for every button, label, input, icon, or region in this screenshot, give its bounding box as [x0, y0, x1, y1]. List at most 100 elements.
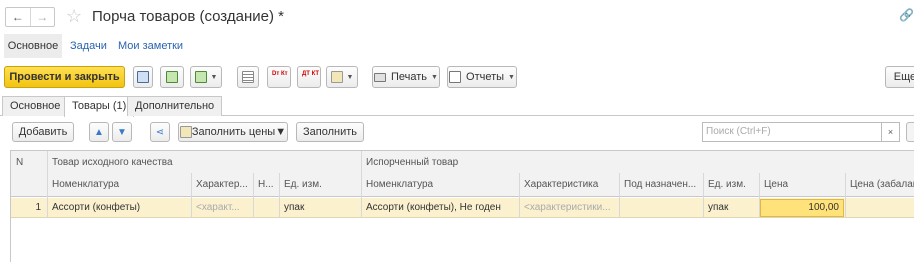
fill-label: Заполнить	[302, 126, 357, 138]
table-toolbar: Добавить ▲ ▼ ⋖ Заполнить цены ▼ Заполнить…	[0, 122, 914, 144]
col-n-header[interactable]: N	[11, 151, 47, 173]
cell-spoiled-char[interactable]: <характеристики...	[519, 198, 619, 217]
goods-table: N Товар исходного качества Испорченный т…	[10, 150, 914, 262]
column-divider	[47, 151, 48, 218]
dt-kt-button[interactable]: Dт Кт	[267, 66, 291, 88]
column-divider	[279, 173, 280, 218]
page-title: Порча товаров (создание) *	[92, 8, 284, 25]
create-based-icon	[194, 71, 207, 83]
dt-kt-report-icon: ДТ КТ	[302, 71, 320, 77]
title-bar: ← → ☆ Порча товаров (создание) * 🔗	[0, 0, 914, 34]
col-price-header[interactable]: Цена	[759, 173, 845, 196]
search-options-button[interactable]	[906, 122, 914, 142]
column-header-row: Номенклатура Характер... Н... Ед. изм. Н…	[11, 173, 914, 197]
split-icon: ⋖	[155, 126, 165, 138]
save-button[interactable]	[133, 66, 153, 88]
split-line-button[interactable]: ⋖	[150, 122, 170, 142]
add-button[interactable]: Добавить	[12, 122, 74, 142]
section-notes[interactable]: Мои заметки	[118, 34, 183, 58]
column-divider	[361, 151, 362, 218]
section-bar: Основное Задачи Мои заметки	[0, 34, 914, 58]
chevron-down-icon: ▼	[346, 73, 354, 81]
arrow-up-icon: ▲	[94, 126, 104, 138]
list-icon	[242, 71, 254, 83]
reports-button[interactable]: Отчеты ▼	[447, 66, 517, 88]
col-item-header[interactable]: Номенклатура	[47, 173, 191, 196]
col-char-header[interactable]: Характер...	[191, 173, 253, 196]
chevron-down-icon: ▼	[431, 73, 438, 81]
column-divider	[191, 173, 192, 218]
post-and-close-button[interactable]: Провести и закрыть	[4, 66, 125, 88]
column-divider	[619, 173, 620, 218]
cell-offbalance-price[interactable]	[845, 198, 914, 217]
table-row[interactable]: 1 Ассорти (конфеты) <характ... упак Ассо…	[11, 198, 914, 218]
back-button[interactable]: ←	[6, 8, 30, 26]
group-spoiled-header: Испорченный товар	[366, 156, 459, 168]
col-offbalance-price-header[interactable]: Цена (забалан...	[845, 173, 914, 196]
row-number: 1	[35, 202, 41, 213]
save-icon	[137, 71, 149, 83]
report-icon	[449, 71, 462, 83]
price-icon	[179, 126, 192, 138]
fill-prices-button[interactable]: Заполнить цены ▼	[178, 122, 288, 142]
move-up-button[interactable]: ▲	[89, 122, 109, 142]
more-button[interactable]: Еще	[885, 66, 914, 88]
arrow-right-icon: →	[36, 10, 49, 24]
chevron-down-icon: ▼	[210, 73, 218, 81]
cell-spoiled-item[interactable]: Ассорти (конфеты), Не годен	[361, 198, 519, 217]
arrow-left-icon: ←	[11, 10, 24, 24]
forward-button[interactable]: →	[29, 8, 55, 26]
cell-spoiled-unit[interactable]: упак	[703, 198, 759, 217]
column-divider	[759, 173, 760, 218]
col-unit-header[interactable]: Ед. изм.	[279, 173, 361, 196]
reports-label: Отчеты	[466, 71, 505, 83]
fill-button[interactable]: Заполнить	[296, 122, 364, 142]
chevron-down-icon: ▼	[275, 126, 287, 138]
section-tasks[interactable]: Задачи	[70, 34, 107, 58]
cell-purpose[interactable]	[619, 198, 703, 217]
col-spoiled-char-header[interactable]: Характеристика	[519, 173, 619, 196]
group-header-row: N Товар исходного качества Испорченный т…	[11, 151, 914, 173]
column-divider	[519, 173, 520, 218]
dt-kt-icon: Dт Кт	[272, 71, 288, 77]
move-down-button[interactable]: ▼	[112, 122, 132, 142]
dt-kt-report-button[interactable]: ДТ КТ	[297, 66, 321, 88]
printer-icon	[374, 72, 386, 82]
post-and-close-label: Провести и закрыть	[9, 71, 120, 83]
post-button[interactable]	[160, 66, 184, 88]
section-main[interactable]: Основное	[4, 34, 62, 58]
tab-goods[interactable]: Товары (1)	[64, 96, 135, 117]
tab-additional[interactable]: Дополнительно	[127, 96, 223, 116]
col-spoiled-unit-header[interactable]: Ед. изм.	[703, 173, 759, 196]
cell-char[interactable]: <характ...	[191, 198, 253, 217]
post-icon	[166, 71, 178, 83]
tab-main[interactable]: Основное	[2, 96, 69, 116]
command-bar: Провести и закрыть ▼ Dт Кт ДТ КТ ▼ Печат…	[0, 66, 914, 89]
group-source-header: Товар исходного качества	[52, 156, 173, 168]
nav-buttons: ← →	[5, 7, 55, 27]
fill-prices-label: Заполнить цены	[191, 126, 276, 138]
form-tabs: Основное Товары (1) Дополнительно	[0, 96, 914, 117]
structure-button[interactable]	[237, 66, 259, 88]
arrow-down-icon: ▼	[117, 126, 127, 138]
column-divider	[845, 173, 846, 218]
col-purpose-header[interactable]: Под назначен...	[619, 173, 703, 196]
column-divider	[703, 173, 704, 218]
cell-n2[interactable]	[253, 198, 279, 217]
col-n2-header[interactable]: Н...	[253, 173, 279, 196]
print-button[interactable]: Печать ▼	[372, 66, 440, 88]
search-input[interactable]: Поиск (Ctrl+F)	[702, 122, 882, 142]
star-icon[interactable]: ☆	[66, 6, 82, 26]
col-spoiled-item-header[interactable]: Номенклатура	[361, 173, 519, 196]
chevron-down-icon: ▼	[508, 73, 515, 81]
column-divider	[253, 173, 254, 218]
add-label: Добавить	[18, 126, 68, 138]
cell-unit[interactable]: упак	[279, 198, 361, 217]
clear-search-icon[interactable]: ×	[882, 122, 900, 142]
cell-price-input[interactable]: 100,00	[760, 199, 844, 217]
link-icon[interactable]: 🔗	[899, 8, 914, 22]
more-label: Еще	[893, 71, 914, 83]
attachments-button[interactable]: ▼	[326, 66, 358, 88]
create-based-on-button[interactable]: ▼	[190, 66, 222, 88]
cell-item[interactable]: Ассорти (конфеты)	[47, 198, 191, 217]
